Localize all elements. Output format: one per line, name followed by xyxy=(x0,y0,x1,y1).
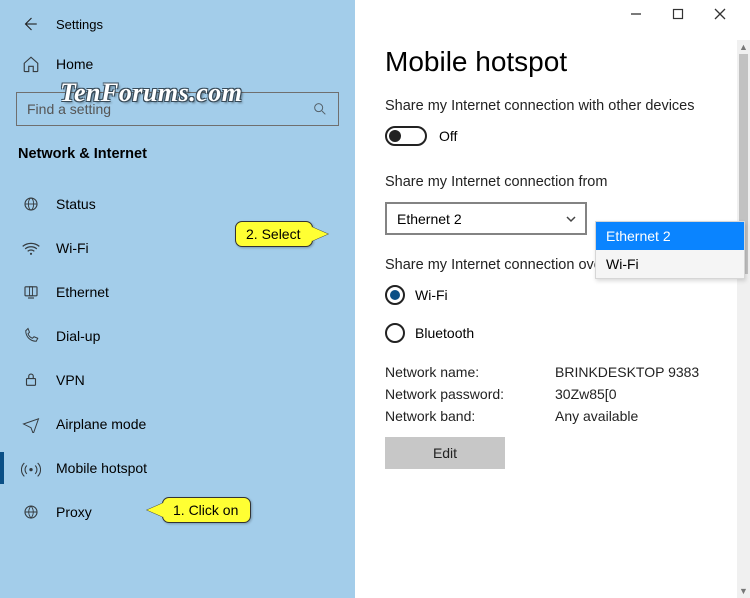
window-controls xyxy=(618,0,748,28)
network-password-key: Network password: xyxy=(385,386,555,402)
sidebar-item-label: Ethernet xyxy=(56,284,109,300)
share-from-dropdown[interactable]: Ethernet 2 xyxy=(385,202,587,235)
home-icon xyxy=(20,54,42,74)
callout-step-2-text: 2. Select xyxy=(246,226,300,242)
sidebar-item-airplane[interactable]: Airplane mode xyxy=(0,402,355,446)
sidebar-item-dialup[interactable]: Dial-up xyxy=(0,314,355,358)
window-title: Settings xyxy=(56,17,103,32)
close-button[interactable] xyxy=(714,8,734,20)
edit-button[interactable]: Edit xyxy=(385,437,505,469)
sidebar-item-label: Status xyxy=(56,196,96,212)
share-from-label: Share my Internet connection from xyxy=(355,152,750,196)
search-input[interactable]: Find a setting xyxy=(16,92,339,126)
network-password-row: Network password: 30Zw85[0 xyxy=(355,383,750,405)
share-from-dropdown-list: Ethernet 2 Wi-Fi xyxy=(595,221,745,279)
proxy-icon xyxy=(20,502,42,522)
arrow-left-icon xyxy=(21,15,39,33)
radio-bluetooth[interactable]: Bluetooth xyxy=(355,311,750,361)
wifi-icon xyxy=(20,238,42,258)
sidebar-item-home[interactable]: Home xyxy=(0,48,355,84)
search-icon xyxy=(312,101,328,117)
callout-step-1: 1. Click on xyxy=(162,497,251,523)
scroll-up-icon: ▲ xyxy=(737,40,750,54)
close-icon xyxy=(714,8,726,20)
dropdown-option-ethernet2[interactable]: Ethernet 2 xyxy=(596,222,744,250)
dropdown-option-wifi[interactable]: Wi-Fi xyxy=(596,250,744,278)
callout-step-1-text: 1. Click on xyxy=(173,502,238,518)
radio-bluetooth-label: Bluetooth xyxy=(415,325,474,341)
vpn-icon xyxy=(20,370,42,390)
minimize-icon xyxy=(630,8,642,20)
radio-wifi-label: Wi-Fi xyxy=(415,287,448,303)
radio-wifi[interactable]: Wi-Fi xyxy=(355,279,750,311)
sidebar-section-heading: Network & Internet xyxy=(0,140,355,176)
sidebar-item-label: Wi-Fi xyxy=(56,240,89,256)
search-placeholder: Find a setting xyxy=(27,101,111,117)
network-band-row: Network band: Any available xyxy=(355,405,750,427)
back-button[interactable] xyxy=(16,10,44,38)
sidebar-item-status[interactable]: Status xyxy=(0,182,355,226)
ethernet-icon xyxy=(20,282,42,302)
scroll-down-icon: ▼ xyxy=(737,584,750,598)
dialup-icon xyxy=(20,326,42,346)
sidebar-item-label: Proxy xyxy=(56,504,92,520)
hotspot-icon xyxy=(20,458,42,478)
sidebar-item-hotspot[interactable]: Mobile hotspot xyxy=(0,446,355,490)
network-name-key: Network name: xyxy=(385,364,555,380)
minimize-button[interactable] xyxy=(630,8,650,20)
sidebar-item-ethernet[interactable]: Ethernet xyxy=(0,270,355,314)
network-band-key: Network band: xyxy=(385,408,555,424)
sidebar-item-label: Dial-up xyxy=(56,328,100,344)
network-band-value: Any available xyxy=(555,408,638,424)
radio-icon xyxy=(385,323,405,343)
callout-step-2: 2. Select xyxy=(235,221,313,247)
share-from-value: Ethernet 2 xyxy=(397,211,462,227)
network-name-row: Network name: BRINKDESKTOP 9383 xyxy=(355,361,750,383)
radio-icon xyxy=(385,285,405,305)
status-icon xyxy=(20,194,42,214)
airplane-icon xyxy=(20,414,42,434)
sidebar-item-label: VPN xyxy=(56,372,85,388)
maximize-icon xyxy=(672,8,684,20)
network-name-value: BRINKDESKTOP 9383 xyxy=(555,364,699,380)
share-toggle-label: Share my Internet connection with other … xyxy=(355,88,750,120)
main-content: Mobile hotspot Share my Internet connect… xyxy=(355,0,750,598)
share-toggle[interactable] xyxy=(385,126,427,146)
share-toggle-state: Off xyxy=(439,128,457,144)
sidebar-item-vpn[interactable]: VPN xyxy=(0,358,355,402)
sidebar-item-label: Home xyxy=(56,56,93,72)
network-password-value: 30Zw85[0 xyxy=(555,386,616,402)
chevron-down-icon xyxy=(565,213,577,225)
maximize-button[interactable] xyxy=(672,8,692,20)
sidebar-item-label: Mobile hotspot xyxy=(56,460,147,476)
vertical-scrollbar[interactable]: ▲ ▼ xyxy=(737,40,750,598)
sidebar-item-label: Airplane mode xyxy=(56,416,146,432)
